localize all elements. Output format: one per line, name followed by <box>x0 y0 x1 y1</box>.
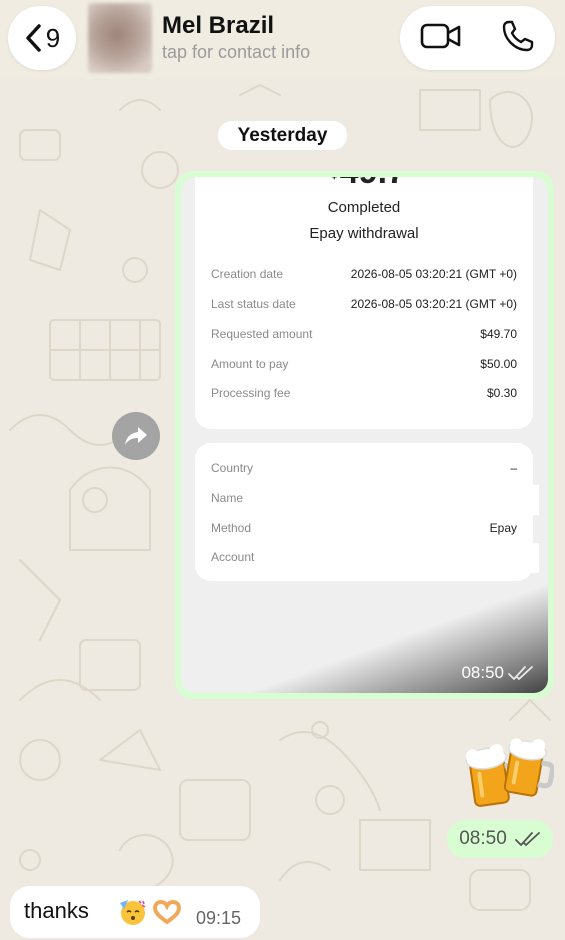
incoming-message[interactable]: thanks 09:15 <box>10 886 260 938</box>
video-call-button[interactable] <box>420 22 462 55</box>
date-separator: Yesterday <box>218 121 347 150</box>
image-message[interactable]: -$49.7 Completed Epay withdrawal Creatio… <box>175 171 554 699</box>
message-time: 09:15 <box>196 908 242 928</box>
contact-name[interactable]: Mel Brazil <box>162 12 274 40</box>
double-check-icon <box>514 832 540 846</box>
forward-icon <box>125 427 147 445</box>
receipt-row-value: $49.70 <box>480 327 517 341</box>
video-call-icon <box>420 23 461 48</box>
detail-row-label: Country <box>211 461 254 475</box>
receipt-row-value: 2026-08-05 03:20:21 (GMT +0) <box>350 297 517 311</box>
emoji-message-meta: 08:50 <box>447 820 553 858</box>
message-meta: 08:50 <box>461 663 534 683</box>
receipt-row-label: Requested amount <box>211 327 313 341</box>
phone-icon <box>503 20 534 51</box>
message-time: 08:50 <box>459 828 507 849</box>
back-button[interactable]: 9 <box>8 6 76 70</box>
detail-row-label: Name <box>211 491 244 505</box>
heart-hands-icon <box>152 900 182 925</box>
receipt-row-value: $50.00 <box>480 357 517 371</box>
message-text: thanks <box>24 898 89 923</box>
receipt-row-value: $0.30 <box>486 386 517 400</box>
redaction-block <box>517 543 539 573</box>
receipt-row-label: Amount to pay <box>211 357 289 371</box>
voice-call-button[interactable] <box>501 19 535 58</box>
receipt-row-label: Creation date <box>211 267 284 281</box>
detail-row-label: Account <box>211 550 255 564</box>
chat-header: 9 Mel Brazil tap for contact info <box>0 0 565 78</box>
receipt-screenshot[interactable]: -$49.7 Completed Epay withdrawal Creatio… <box>181 177 548 693</box>
detail-row-value: – <box>510 461 517 475</box>
chevron-left-icon <box>26 24 41 52</box>
forward-button[interactable] <box>112 412 160 460</box>
call-buttons <box>400 6 555 70</box>
unread-count: 9 <box>45 22 61 53</box>
double-check-icon <box>508 666 533 680</box>
partying-face-icon <box>120 900 146 925</box>
receipt-row-label: Processing fee <box>211 386 291 400</box>
receipt-method-title: Epay withdrawal <box>309 225 419 242</box>
receipt-summary-card: -$49.7 Completed Epay withdrawal Creatio… <box>195 177 533 429</box>
receipt-status: Completed <box>327 199 401 216</box>
receipt-amount: -$49.7 <box>195 177 533 192</box>
beer-mugs-icon <box>465 738 555 807</box>
avatar[interactable] <box>88 3 152 73</box>
detail-row-value: Epay <box>489 521 517 535</box>
receipt-row-label: Last status date <box>211 297 296 311</box>
receipt-details-card: Country – Name Method Epay Account <box>195 443 539 581</box>
contact-subtitle[interactable]: tap for contact info <box>162 42 310 63</box>
beer-emoji-message[interactable] <box>462 730 555 814</box>
message-time: 08:50 <box>461 663 504 682</box>
redaction-block <box>517 485 539 515</box>
receipt-row-value: 2026-08-05 03:20:21 (GMT +0) <box>350 267 517 281</box>
detail-row-label: Method <box>211 521 252 535</box>
